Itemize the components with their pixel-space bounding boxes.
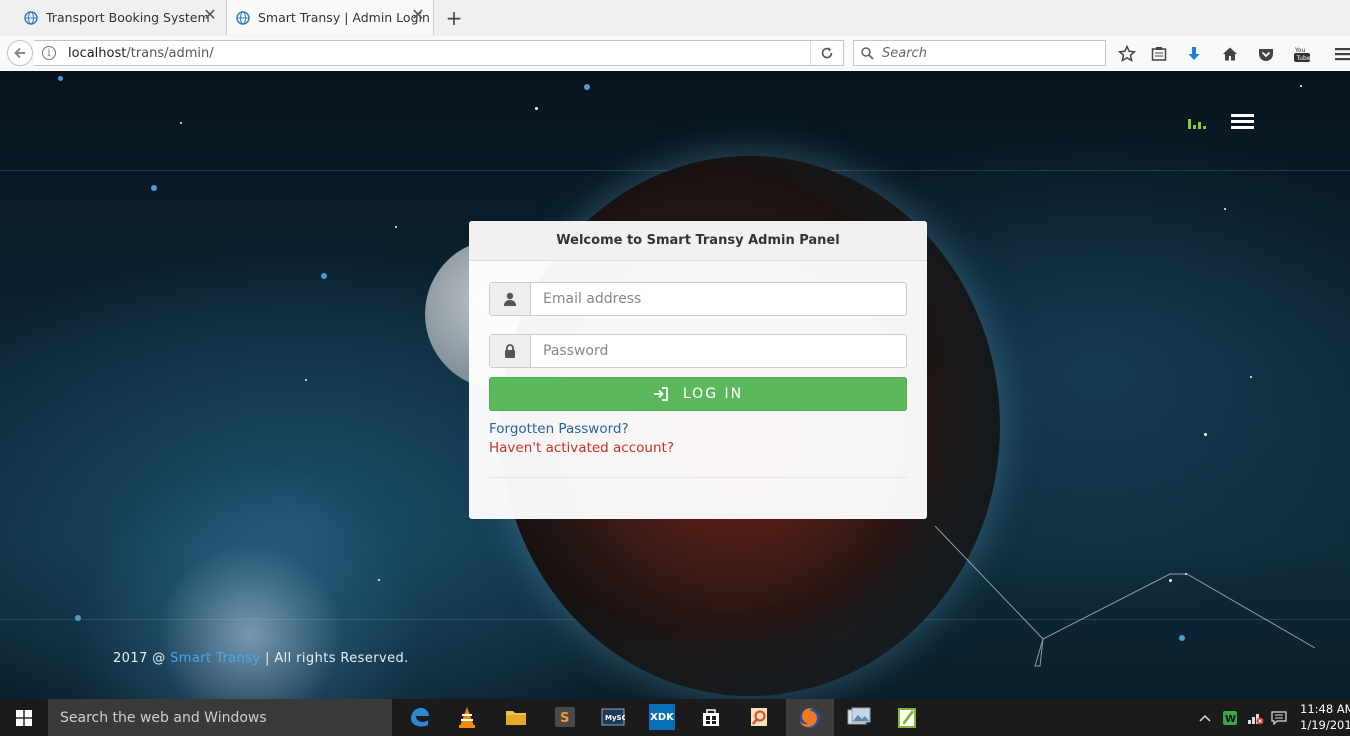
- menu-icon[interactable]: [1333, 44, 1350, 64]
- sign-in-icon: [653, 387, 668, 401]
- star: [378, 579, 380, 581]
- new-tab-button[interactable]: +: [444, 6, 464, 30]
- close-tab-icon[interactable]: ✕: [203, 7, 217, 23]
- panel-divider: [489, 477, 907, 478]
- star: [75, 615, 81, 621]
- intel-xdk-icon[interactable]: XDK: [649, 704, 675, 730]
- activate-account-link[interactable]: Haven't activated account?: [489, 440, 674, 456]
- password-input[interactable]: [531, 335, 906, 367]
- login-button-label: LOG IN: [682, 386, 744, 402]
- search-app-icon[interactable]: [747, 704, 773, 730]
- reading-list-icon[interactable]: [1149, 44, 1169, 64]
- star: [1250, 376, 1252, 378]
- panel-title: Welcome to Smart Transy Admin Panel: [469, 221, 927, 261]
- star: [1224, 208, 1226, 210]
- star: [1300, 85, 1302, 87]
- star: [305, 379, 307, 381]
- browser-nav-bar: i localhost/trans/admin/ YouTube: [0, 36, 1350, 72]
- lock-icon: [490, 335, 531, 367]
- svg-text:S: S: [560, 711, 569, 726]
- equalizer-icon: [1188, 119, 1208, 129]
- windows-logo-icon: [16, 709, 32, 726]
- address-bar[interactable]: i localhost/trans/admin/: [34, 40, 844, 66]
- globe-icon: [24, 10, 38, 25]
- globe-icon: [236, 10, 250, 25]
- youtube-icon[interactable]: You Tube: [1292, 44, 1312, 64]
- network-disconnected-icon[interactable]: [1246, 699, 1264, 736]
- back-arrow-icon: [14, 47, 25, 59]
- url-text: localhost/trans/admin/: [68, 45, 214, 61]
- reload-icon[interactable]: [810, 41, 843, 65]
- svg-text:W: W: [1225, 714, 1236, 725]
- info-icon[interactable]: i: [42, 46, 56, 60]
- search-icon: [861, 46, 874, 60]
- file-explorer-icon[interactable]: [503, 704, 529, 730]
- action-center-icon[interactable]: [1271, 699, 1287, 736]
- password-field[interactable]: [489, 334, 907, 368]
- tab-label: Smart Transy | Admin Login: [258, 10, 430, 25]
- tab-label: Transport Booking System: [46, 10, 210, 25]
- vlc-icon[interactable]: [454, 704, 480, 730]
- back-button[interactable]: [7, 40, 33, 66]
- edge-icon[interactable]: [406, 704, 432, 730]
- svg-text:You: You: [1294, 47, 1306, 54]
- tab-admin-login[interactable]: Smart Transy | Admin Login ✕: [226, 0, 434, 35]
- browser-search-input[interactable]: [880, 44, 1084, 62]
- taskbar-clock[interactable]: 11:48 AM 1/19/2017: [1300, 701, 1350, 733]
- tray-expand-icon[interactable]: [1198, 699, 1212, 736]
- sublime-icon[interactable]: S: [552, 704, 578, 730]
- clock-time: 11:48 AM: [1300, 702, 1350, 716]
- home-icon[interactable]: [1220, 44, 1240, 64]
- page-background: Welcome to Smart Transy Admin Panel LOG …: [0, 71, 1350, 699]
- star: [180, 122, 182, 124]
- photos-icon[interactable]: [846, 704, 872, 730]
- wamp-tray-icon[interactable]: W: [1222, 699, 1238, 736]
- close-tab-icon[interactable]: ✕: [411, 7, 425, 23]
- star: [321, 273, 327, 279]
- star: [395, 226, 397, 228]
- user-icon: [490, 283, 531, 315]
- hamburger-menu-icon[interactable]: [1231, 114, 1254, 130]
- taskbar-search-box[interactable]: Search the web and Windows: [48, 699, 392, 736]
- email-input[interactable]: [531, 283, 906, 315]
- star: [1204, 433, 1207, 436]
- constellation-lines: [934, 526, 1316, 667]
- download-icon[interactable]: [1184, 44, 1204, 64]
- bookmark-star-icon[interactable]: [1117, 44, 1137, 64]
- star: [151, 185, 157, 191]
- browser-tab-bar: Transport Booking System ✕ Smart Transy …: [0, 0, 1350, 37]
- svg-text:Tube: Tube: [1296, 55, 1311, 62]
- login-button[interactable]: LOG IN: [489, 377, 907, 411]
- footer-brand-link[interactable]: Smart Transy: [170, 651, 260, 666]
- forgot-password-link[interactable]: Forgotten Password?: [489, 421, 629, 437]
- windows-start-button[interactable]: [0, 699, 48, 736]
- windows-taskbar: Search the web and Windows S MySQL XDK W: [0, 699, 1350, 736]
- tab-transport-booking[interactable]: Transport Booking System ✕: [0, 0, 225, 35]
- browser-search-bar[interactable]: [853, 40, 1106, 66]
- notepad-plus-icon[interactable]: [895, 704, 921, 730]
- footer-text: 2017 @ Smart Transy | All rights Reserve…: [113, 651, 409, 666]
- star: [535, 107, 538, 110]
- login-panel: Welcome to Smart Transy Admin Panel LOG …: [469, 221, 927, 519]
- firefox-icon[interactable]: [786, 699, 834, 736]
- clock-date: 1/19/2017: [1300, 718, 1350, 732]
- email-field[interactable]: [489, 282, 907, 316]
- mysql-workbench-icon[interactable]: MySQL: [600, 704, 626, 730]
- store-icon[interactable]: [698, 704, 724, 730]
- pocket-icon[interactable]: [1256, 44, 1276, 64]
- star: [58, 76, 63, 81]
- svg-text:MySQL: MySQL: [605, 714, 625, 722]
- star: [584, 84, 590, 90]
